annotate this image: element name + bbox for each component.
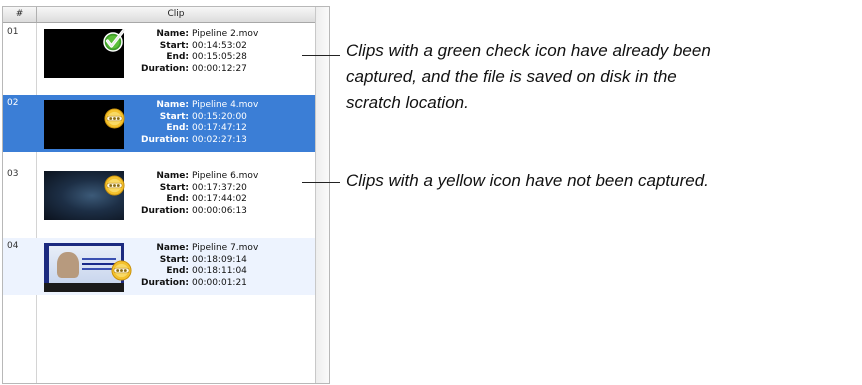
- name-label: Name:: [156, 100, 189, 110]
- row-number: 03: [7, 169, 19, 179]
- name-label: Name:: [156, 243, 189, 253]
- clip-name: Pipeline 2.mov: [192, 29, 259, 39]
- clip-start: 00:14:53:02: [192, 40, 247, 51]
- duration-label: Duration:: [141, 277, 189, 288]
- clip-name: Pipeline 6.mov: [192, 171, 259, 181]
- clip-end: 00:18:11:04: [192, 266, 247, 276]
- end-label: End:: [166, 52, 189, 62]
- callout-yellow: Clips with a yellow icon have not been c…: [346, 171, 709, 190]
- callout-leader-line: [302, 182, 340, 183]
- clip-end: 00:17:47:12: [192, 123, 247, 133]
- yellow-icon: [104, 175, 125, 196]
- name-label: Name:: [156, 29, 189, 39]
- clip-row-04[interactable]: 04 Name: Pipeline 7.mov Start: 00:18:09:14…: [3, 238, 316, 295]
- clip-end: 00:15:05:28: [192, 52, 247, 62]
- clip-row-03[interactable]: 03 Name: Pipeline 6.mov Start: 00:17:37:20…: [3, 166, 316, 223]
- start-label: Start:: [159, 182, 189, 193]
- clip-start: 00:17:37:20: [192, 182, 247, 193]
- clip-start: 00:15:20:00: [192, 111, 247, 122]
- thumbnail-caption-bar: [44, 283, 124, 292]
- clip-name: Pipeline 7.mov: [192, 243, 259, 253]
- thumbnail-person: [57, 252, 79, 278]
- row-number: 04: [7, 241, 19, 251]
- clip-duration: 00:00:12:27: [192, 63, 247, 74]
- callout-line: captured, and the file is saved on disk …: [346, 67, 677, 86]
- callout-line: scratch location.: [346, 93, 469, 112]
- name-label: Name:: [156, 171, 189, 181]
- start-label: Start:: [159, 111, 189, 122]
- callout-green-check: Clips with a green check icon have alrea…: [346, 38, 711, 116]
- callout-line: Clips with a green check icon have alrea…: [346, 41, 711, 60]
- clip-row-02[interactable]: 02 Name: Pipeline 4.mov Start: 00:15:20:00…: [3, 95, 316, 152]
- start-label: Start:: [159, 40, 189, 51]
- clip-duration: 00:00:06:13: [192, 205, 247, 216]
- clip-list-panel: # Clip 01 Name: Pipeline 2.mov Start: 00:1…: [2, 6, 330, 384]
- duration-label: Duration:: [141, 63, 189, 74]
- duration-label: Duration:: [141, 134, 189, 145]
- row-number: 02: [7, 98, 19, 108]
- clip-metadata: Name: Pipeline 4.mov Start: 00:15:20:00 En…: [125, 100, 275, 146]
- clip-metadata: Name: Pipeline 7.mov Start: 00:18:09:14 En…: [125, 243, 275, 289]
- vertical-scrollbar[interactable]: [315, 7, 329, 383]
- end-label: End:: [166, 123, 189, 133]
- start-label: Start:: [159, 254, 189, 265]
- yellow-icon: [104, 108, 125, 129]
- column-header-clip[interactable]: Clip: [36, 7, 316, 22]
- end-label: End:: [166, 266, 189, 276]
- clip-metadata: Name: Pipeline 6.mov Start: 00:17:37:20 En…: [125, 171, 275, 217]
- clip-name: Pipeline 4.mov: [192, 100, 259, 110]
- clip-row-01[interactable]: 01 Name: Pipeline 2.mov Start: 00:14:53:02…: [3, 24, 316, 81]
- clip-duration: 00:00:01:21: [192, 277, 247, 288]
- clip-metadata: Name: Pipeline 2.mov Start: 00:14:53:02 En…: [125, 29, 275, 75]
- end-label: End:: [166, 194, 189, 204]
- clip-end: 00:17:44:02: [192, 194, 247, 204]
- green-check-icon: [103, 28, 126, 52]
- callout-leader-line: [302, 55, 340, 56]
- row-number: 01: [7, 27, 19, 37]
- table-header: # Clip: [3, 7, 329, 23]
- clip-duration: 00:02:27:13: [192, 134, 247, 145]
- column-header-number[interactable]: #: [3, 7, 37, 22]
- duration-label: Duration:: [141, 205, 189, 216]
- clip-start: 00:18:09:14: [192, 254, 247, 265]
